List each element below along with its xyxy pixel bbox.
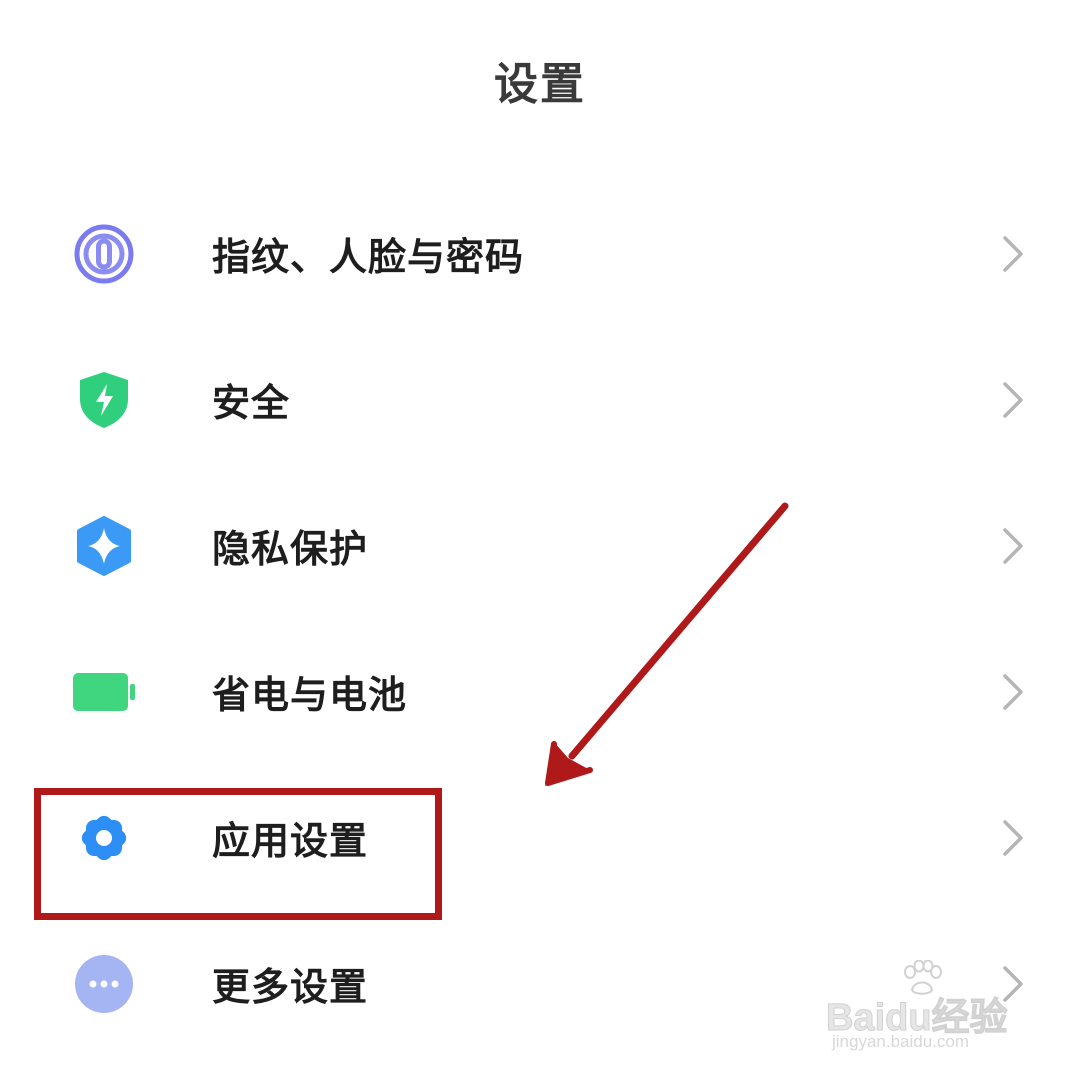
chevron-right-icon xyxy=(1003,382,1023,418)
chevron-right-icon xyxy=(1003,674,1023,710)
settings-item-security[interactable]: 安全 xyxy=(0,338,1080,458)
settings-screen: 设置 指纹、人脸与密码 安全 隐私保护 省电与电池 应用设置 更多设置 Baid… xyxy=(0,0,1080,1080)
battery-icon xyxy=(72,660,136,724)
settings-item-fingerprint-face-password[interactable]: 指纹、人脸与密码 xyxy=(0,192,1080,312)
chevron-right-icon xyxy=(1003,528,1023,564)
chevron-right-icon xyxy=(1003,236,1023,272)
settings-item-privacy[interactable]: 隐私保护 xyxy=(0,484,1080,604)
baidu-watermark: Baidu经验 jingyan.baidu.com xyxy=(826,960,1026,1060)
settings-item-battery[interactable]: 省电与电池 xyxy=(0,630,1080,750)
settings-item-label: 安全 xyxy=(212,381,291,425)
page-title: 设置 xyxy=(494,59,586,110)
chevron-right-icon xyxy=(1003,820,1023,856)
watermark-url: jingyan.baidu.com xyxy=(832,1032,970,1051)
shield-bolt-icon xyxy=(72,368,136,432)
settings-item-label: 指纹、人脸与密码 xyxy=(212,235,525,279)
settings-item-label: 更多设置 xyxy=(212,965,369,1009)
settings-item-label: 隐私保护 xyxy=(212,527,369,571)
privacy-hexagon-icon xyxy=(72,514,136,578)
highlight-box xyxy=(34,788,442,920)
fingerprint-icon xyxy=(72,222,136,286)
more-dots-icon xyxy=(72,952,136,1016)
settings-item-label: 省电与电池 xyxy=(212,673,408,717)
